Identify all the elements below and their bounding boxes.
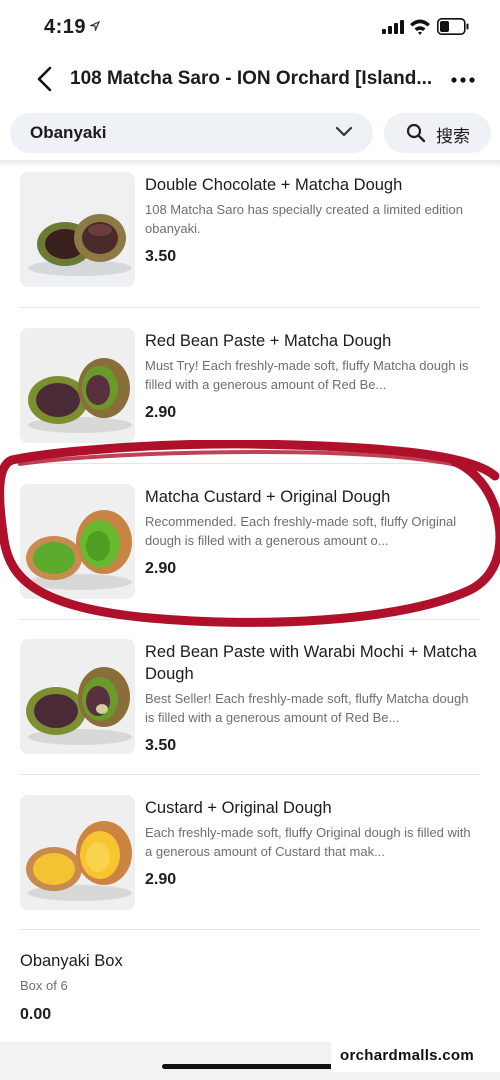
item-price: 3.50 <box>145 248 177 265</box>
search-icon <box>406 123 426 143</box>
cellular-signal-icon <box>382 20 404 34</box>
back-arrow-icon[interactable] <box>34 66 56 92</box>
menu-item[interactable]: Red Bean Paste + Matcha Dough Must Try! … <box>0 326 500 466</box>
item-description: 108 Matcha Saro has specially created a … <box>145 202 463 236</box>
item-name: Obanyaki Box <box>20 952 123 970</box>
item-price: 2.90 <box>145 871 177 888</box>
store-header: 108 Matcha Saro - ION Orchard [Island... <box>0 56 500 106</box>
divider <box>20 929 480 930</box>
item-image <box>20 484 135 599</box>
divider <box>20 774 480 775</box>
item-description: Best Seller! Each freshly-made soft, flu… <box>145 691 469 725</box>
menu-item[interactable]: Matcha Custard + Original Dough Recommen… <box>0 482 500 622</box>
divider <box>20 463 480 464</box>
item-name: Double Chocolate + Matcha Dough <box>145 176 403 194</box>
item-price: 2.90 <box>145 560 177 577</box>
item-description: Each freshly-made soft, fluffy Original … <box>145 825 471 859</box>
more-options-icon[interactable] <box>451 77 475 83</box>
item-image <box>20 328 135 443</box>
item-description: Must Try! Each freshly-made soft, fluffy… <box>145 358 469 392</box>
item-price: 0.00 <box>20 1006 52 1023</box>
item-description: Recommended. Each freshly-made soft, flu… <box>145 514 457 548</box>
header-shadow <box>0 160 500 168</box>
watermark: orchardmalls.com <box>331 1042 500 1072</box>
menu-item[interactable]: Custard + Original Dough Each freshly-ma… <box>0 793 500 933</box>
item-image <box>20 795 135 910</box>
item-name: Custard + Original Dough <box>145 799 332 817</box>
menu-item[interactable]: Red Bean Paste with Warabi Mochi + Match… <box>0 637 500 777</box>
item-name: Matcha Custard + Original Dough <box>145 488 391 506</box>
item-price: 2.90 <box>145 404 177 421</box>
location-arrow-icon <box>90 21 100 31</box>
home-indicator[interactable] <box>162 1064 338 1069</box>
item-subtitle: Box of 6 <box>20 978 68 993</box>
category-label: Obanyaki <box>30 123 107 142</box>
battery-icon <box>437 18 469 35</box>
status-bar: 4:19 <box>0 0 500 56</box>
item-image <box>20 639 135 754</box>
search-button[interactable]: 搜索 <box>384 113 491 153</box>
item-price: 3.50 <box>145 737 177 754</box>
divider <box>20 619 480 620</box>
status-time: 4:19 <box>44 16 87 38</box>
watermark-text: orchardmalls.com <box>340 1047 475 1064</box>
chevron-down-icon <box>335 126 353 137</box>
menu-item[interactable]: Double Chocolate + Matcha Dough 108 Matc… <box>0 170 500 310</box>
item-name: Red Bean Paste + Matcha Dough <box>145 332 392 350</box>
search-label: 搜索 <box>436 127 470 146</box>
wifi-icon <box>410 19 430 35</box>
divider <box>20 307 480 308</box>
item-name: Red Bean Paste with Warabi Mochi + Match… <box>145 643 477 683</box>
category-dropdown[interactable]: Obanyaki <box>10 113 373 153</box>
store-title: 108 Matcha Saro - ION Orchard [Island... <box>70 68 433 89</box>
item-image <box>20 172 135 287</box>
